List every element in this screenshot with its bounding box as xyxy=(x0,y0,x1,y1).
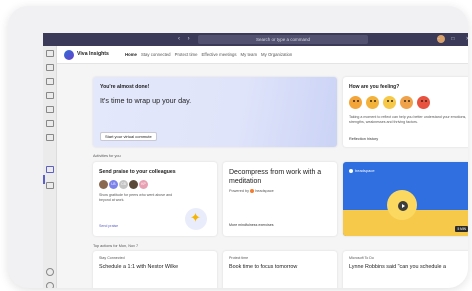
calls-icon[interactable] xyxy=(46,120,54,127)
send-praise-link[interactable]: Send praise xyxy=(99,224,118,228)
praise-description: Show gratitude for peers who went above … xyxy=(99,193,173,202)
powered-by-brand: headspace xyxy=(255,189,274,193)
powered-by-label: Powered by xyxy=(229,189,250,193)
action-title: Schedule a 1:1 with Nestor Wilke xyxy=(99,264,179,270)
emoji-picker xyxy=(349,96,430,109)
meditation-title: Decompress from work with a meditation xyxy=(229,169,322,185)
assignments-icon[interactable] xyxy=(46,92,54,99)
video-duration: 5 MIN xyxy=(455,226,468,232)
meditation-video[interactable]: headspace 5 MIN xyxy=(343,162,468,236)
colleague-avatars: LB CB KP xyxy=(99,180,148,189)
action-card[interactable]: Microsoft To Do Lynne Robbins said "can … xyxy=(343,251,468,288)
window-controls[interactable]: – □ ✕ xyxy=(437,36,468,42)
viva-logo-icon xyxy=(64,50,74,60)
avatar[interactable]: LB xyxy=(109,180,118,189)
history-arrows[interactable]: ‹ › xyxy=(178,36,193,42)
avatar[interactable]: CB xyxy=(119,180,128,189)
avatar[interactable] xyxy=(99,180,108,189)
tab-stay-connected[interactable]: Stay connected xyxy=(141,52,171,57)
action-card[interactable]: Protect time Book time to focus tomorrow xyxy=(223,251,337,288)
emoji-great-icon[interactable] xyxy=(349,96,362,109)
files-icon[interactable] xyxy=(46,134,54,141)
headspace-logo-icon xyxy=(250,189,255,193)
tab-strip: Home Stay connected Protect time Effecti… xyxy=(125,52,292,57)
device-frame: ‹ › Search or type a command – □ ✕ Viva … xyxy=(8,6,468,288)
title-bar: ‹ › Search or type a command – □ ✕ xyxy=(43,33,468,46)
top-actions-label: Top actions for Mon, Nov 7 xyxy=(93,244,139,248)
feelings-title: How are you feeling? xyxy=(349,84,400,90)
apps-icon[interactable] xyxy=(46,182,54,189)
tab-my-organization[interactable]: My Organization xyxy=(261,52,292,57)
settings-icon[interactable] xyxy=(46,282,54,288)
calendar-icon[interactable] xyxy=(46,106,54,113)
praise-card: Send praise to your colleagues LB CB KP … xyxy=(93,162,217,236)
emoji-bad-icon[interactable] xyxy=(417,96,430,109)
action-title: Book time to focus tomorrow xyxy=(229,264,298,270)
headspace-logo-icon xyxy=(349,168,353,173)
search-input[interactable]: Search or type a command xyxy=(198,35,368,44)
emoji-okay-icon[interactable] xyxy=(383,96,396,109)
hero-subtitle: It's time to wrap up your day. xyxy=(100,96,192,105)
headspace-brand: headspace xyxy=(349,168,375,173)
wrap-up-card: You're almost done! It's time to wrap up… xyxy=(93,77,337,147)
feelings-description: Taking a moment to reflect can help you … xyxy=(349,115,467,124)
emoji-good-icon[interactable] xyxy=(366,96,379,109)
chat-icon[interactable] xyxy=(46,64,54,71)
praise-title: Send praise to your colleagues xyxy=(99,169,176,175)
video-brand-label: headspace xyxy=(355,168,375,173)
help-icon[interactable] xyxy=(46,268,54,276)
hero-title: You're almost done! xyxy=(100,84,150,90)
play-icon[interactable] xyxy=(398,201,408,211)
feelings-card: How are you feeling? Taking a moment to … xyxy=(343,77,468,147)
avatar[interactable]: KP xyxy=(139,180,148,189)
powered-by: Powered by headspace xyxy=(229,189,274,193)
teams-icon[interactable] xyxy=(46,78,54,85)
app-rail xyxy=(43,46,57,288)
sparkle-icon: ✦ xyxy=(185,208,207,230)
action-card[interactable]: Stay Connected Schedule a 1:1 with Nesto… xyxy=(93,251,217,288)
action-source: Microsoft To Do xyxy=(349,256,374,260)
action-source: Protect time xyxy=(229,256,249,260)
tab-home[interactable]: Home xyxy=(125,52,137,57)
teams-window: ‹ › Search or type a command – □ ✕ Viva … xyxy=(43,33,468,288)
tab-protect-time[interactable]: Protect time xyxy=(175,52,198,57)
active-indicator xyxy=(43,175,45,184)
activity-icon[interactable] xyxy=(46,50,54,57)
tab-my-team[interactable]: My team xyxy=(241,52,257,57)
meditation-card: Decompress from work with a meditation P… xyxy=(223,162,337,236)
emoji-low-icon[interactable] xyxy=(400,96,413,109)
app-title: Viva Insights xyxy=(77,51,109,57)
action-source: Stay Connected xyxy=(99,256,125,260)
activities-label: Activities for you xyxy=(93,154,121,158)
avatar[interactable] xyxy=(129,180,138,189)
tab-effective-meetings[interactable]: Effective meetings xyxy=(202,52,237,57)
app-header: Viva Insights Home Stay connected Protec… xyxy=(57,46,468,64)
virtual-commute-button[interactable]: Start your virtual commute xyxy=(100,132,157,141)
viva-insights-icon[interactable] xyxy=(46,166,54,173)
mindfulness-link[interactable]: More mindfulness exercises xyxy=(229,223,274,227)
action-title: Lynne Robbins said "can you schedule a xyxy=(349,264,447,270)
reflection-history-link[interactable]: Reflection history xyxy=(349,137,378,141)
